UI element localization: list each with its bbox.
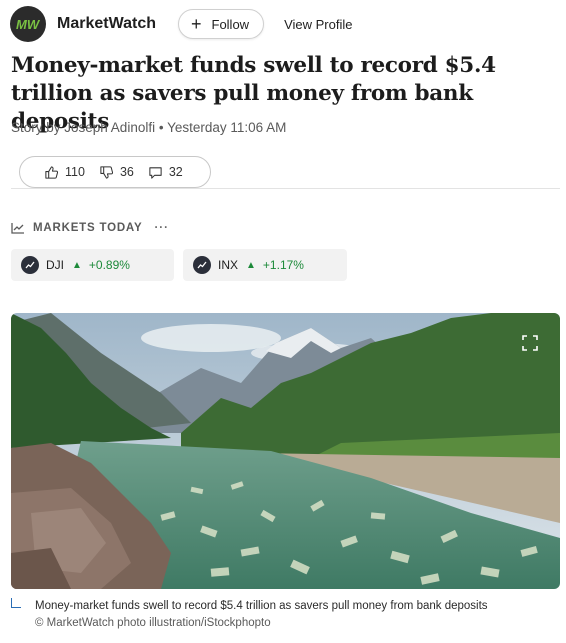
follow-label: Follow xyxy=(211,16,250,32)
divider xyxy=(11,188,560,189)
plus-icon: + xyxy=(190,14,202,34)
river-money-illustration xyxy=(11,313,560,589)
more-options-icon[interactable]: ··· xyxy=(154,222,169,234)
like-button[interactable]: 110 xyxy=(44,165,85,180)
ticker-change: +0.89% xyxy=(88,258,130,272)
ticker-inx[interactable]: INX ▲ +1.17% xyxy=(183,249,347,281)
ticker-symbol: INX xyxy=(218,258,239,272)
trend-chart-icon xyxy=(11,223,24,234)
caption-marker xyxy=(11,598,21,608)
publisher-name[interactable]: MarketWatch xyxy=(57,15,156,33)
dislike-count: 36 xyxy=(119,165,134,179)
mw-logo-icon: MW xyxy=(16,17,41,32)
markets-today-header: MARKETS TODAY ··· xyxy=(11,222,169,234)
up-arrow-icon: ▲ xyxy=(72,259,82,271)
dislike-button[interactable]: 36 xyxy=(99,165,134,180)
thumbs-down-icon xyxy=(100,165,113,179)
article-byline: Story by Joseph Adinolfi • Yesterday 11:… xyxy=(11,120,287,135)
article-image[interactable] xyxy=(11,313,560,589)
up-arrow-icon: ▲ xyxy=(246,259,256,271)
ticker-symbol: DJI xyxy=(46,258,64,272)
follow-button[interactable]: + Follow xyxy=(177,9,265,39)
thumbs-up-icon xyxy=(45,165,59,179)
markets-today-title: MARKETS TODAY xyxy=(33,222,143,234)
ticker-change: +1.17% xyxy=(262,258,304,272)
publisher-logo[interactable]: MW xyxy=(10,6,46,42)
publisher-header: MW MarketWatch + Follow View Profile xyxy=(10,5,556,43)
reactions-bar: 110 36 32 xyxy=(19,156,211,188)
comment-count: 32 xyxy=(168,165,183,179)
comment-icon xyxy=(149,166,162,179)
image-credit: © MarketWatch photo illustration/iStockp… xyxy=(35,617,271,629)
svg-text:MW: MW xyxy=(16,17,41,32)
ticker-chart-icon xyxy=(21,256,39,274)
like-count: 110 xyxy=(65,165,85,179)
view-profile-link[interactable]: View Profile xyxy=(284,17,352,32)
image-caption: Money-market funds swell to record $5.4 … xyxy=(35,600,488,612)
ticker-dji[interactable]: DJI ▲ +0.89% xyxy=(11,249,174,281)
expand-icon[interactable] xyxy=(522,335,538,351)
comments-button[interactable]: 32 xyxy=(148,165,183,180)
ticker-chart-icon xyxy=(193,256,211,274)
